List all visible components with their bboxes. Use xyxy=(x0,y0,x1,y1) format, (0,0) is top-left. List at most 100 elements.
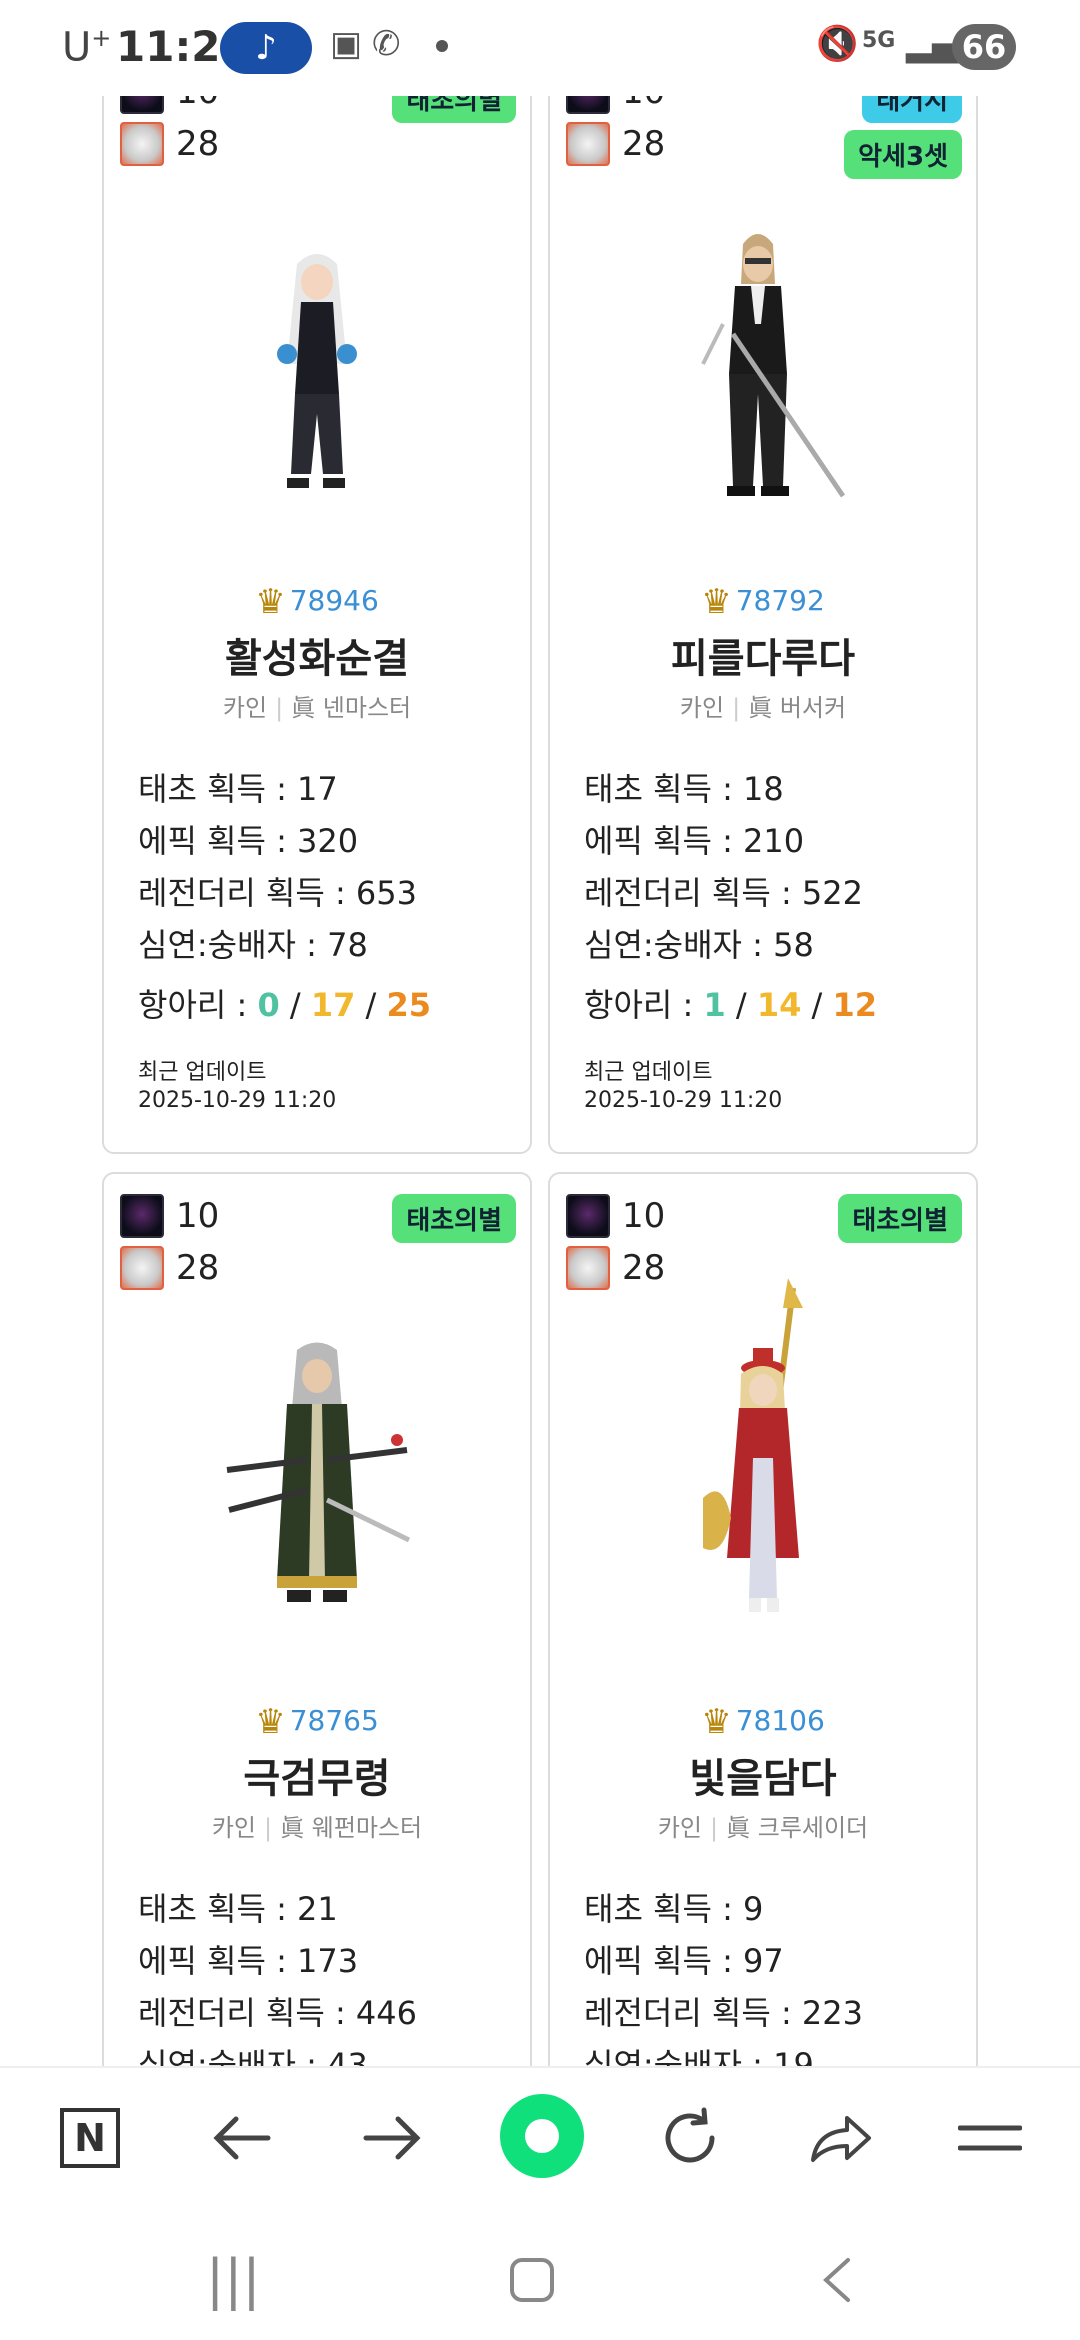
level-b: 28 xyxy=(622,1248,666,1288)
home-icon[interactable] xyxy=(508,2256,556,2304)
system-navigation-bar: ||| xyxy=(0,2206,1080,2340)
mute-icon: 🔇 xyxy=(816,24,859,64)
character-job: 카인 | 眞 버서커 xyxy=(550,688,976,723)
share-button[interactable] xyxy=(800,2098,880,2178)
naver-home-button[interactable]: N xyxy=(50,2098,130,2178)
hang-value-yellow: 14 xyxy=(756,986,802,1024)
fame-value: 78792 xyxy=(735,584,825,617)
carrier-text: U xyxy=(62,24,92,71)
stat-line: 레전더리 획득 : 522 xyxy=(584,874,864,912)
stat-line: 에픽 획득 : 320 xyxy=(138,822,359,860)
back-button[interactable] xyxy=(202,2098,282,2178)
hang-line: 항아리 : 0 / 17 / 25 xyxy=(138,986,432,1024)
job-name: 眞 크루세이더 xyxy=(726,1814,869,1842)
server-name: 카인 xyxy=(222,694,268,722)
reload-button[interactable] xyxy=(650,2098,730,2178)
fame-value: 78106 xyxy=(735,1704,825,1737)
level-b: 28 xyxy=(176,124,220,164)
hang-value-orange: 12 xyxy=(832,986,878,1024)
stat-line: 에픽 획득 : 210 xyxy=(584,822,805,860)
carrier: U+ xyxy=(62,24,111,70)
hang-value-yellow: 17 xyxy=(310,986,356,1024)
light-avatar-icon xyxy=(566,1246,610,1290)
fame-crown-icon: ♛ xyxy=(701,582,732,622)
recent-apps-icon[interactable]: ||| xyxy=(206,2248,261,2311)
job-name: 眞 버서커 xyxy=(748,694,847,722)
character-job: 카인 | 眞 웨펀마스터 xyxy=(104,1808,530,1843)
arrow-right-icon xyxy=(363,2116,421,2160)
level-row-b: 28 xyxy=(120,1246,219,1290)
hang-value-green: 0 xyxy=(257,986,280,1024)
job-name: 眞 넨마스터 xyxy=(291,694,412,722)
server-name: 카인 xyxy=(211,1814,257,1842)
stat-line: 에픽 획득 : 173 xyxy=(138,1942,359,1980)
fame-row: ♛ 78792 xyxy=(550,582,976,622)
level-row-a: 10 xyxy=(566,1194,665,1238)
arrow-left-icon xyxy=(213,2116,271,2160)
fame-value: 78765 xyxy=(289,1704,379,1737)
update-date: 2025-10-29 11:20 xyxy=(138,1088,337,1113)
hang-value-orange: 25 xyxy=(386,986,432,1024)
fame-crown-icon: ♛ xyxy=(255,582,286,622)
stat-line: 심연:숭배자 : 19 xyxy=(584,2046,814,2066)
character-card[interactable]: 10 28 태초의별 ♛78946 활성화순결 카인|眞 넨마스터 태초 획득 … xyxy=(102,0,532,1154)
character-sprite xyxy=(226,1342,411,1602)
share-icon xyxy=(811,2116,871,2162)
level-b: 28 xyxy=(622,124,666,164)
level-b: 28 xyxy=(176,1248,220,1288)
job-name: 眞 웨펀마스터 xyxy=(280,1814,423,1842)
fame-value: 78946 xyxy=(289,584,379,617)
light-avatar-icon xyxy=(566,122,610,166)
level-row-b: 28 xyxy=(566,1246,665,1290)
stat-line: 심연:숭배자 : 58 xyxy=(584,926,814,964)
green-dot-button[interactable] xyxy=(500,2094,584,2178)
fame-row: ♛ 78765 xyxy=(104,1702,530,1742)
stat-line: 레전더리 획득 : 446 xyxy=(138,1994,418,2032)
hang-value-green: 1 xyxy=(703,986,726,1024)
level-row-b: 28 xyxy=(566,122,665,166)
status-bar: U+ 11:21 ♪ ▣ ✆ 🔇 5G ▂▄▆ 66 xyxy=(0,0,1080,96)
separator: | xyxy=(732,694,741,722)
menu-button[interactable] xyxy=(950,2098,1030,2178)
character-name[interactable]: 피를다루다 xyxy=(550,626,976,684)
menu-icon xyxy=(958,2125,1022,2151)
stat-line: 태초 획득 : 21 xyxy=(138,1890,338,1928)
content-area: 10 28 태초의별 ♛78946 활성화순결 카인|眞 넨마스터 태초 획득 … xyxy=(0,0,1080,2066)
level-a: 10 xyxy=(176,1196,220,1236)
stat-line: 태초 획득 : 17 xyxy=(138,770,338,808)
character-card[interactable]: 10 28 태초의별 ♛ 78106 빛을담다 카인 | 眞 크루세이더 태초 획득 xyxy=(548,1172,978,2066)
stat-line: 태초 획득 : 9 xyxy=(584,1890,764,1928)
character-name[interactable]: 극검무령 xyxy=(104,1746,530,1804)
character-card[interactable]: 10 28 태초의별 ♛ 78765 극검무령 카인 | 眞 웨펀마스터 태초 … xyxy=(102,1172,532,2066)
fame-row: ♛ 78106 xyxy=(550,1702,976,1742)
character-card[interactable]: 10 28 태거시 악세3셋 ♛78792 피를다루다 카인|眞 버서커 태초 … xyxy=(548,0,978,1154)
character-job: 카인 | 眞 크루세이더 xyxy=(550,1808,976,1843)
server-name: 카인 xyxy=(679,694,725,722)
light-avatar-icon xyxy=(120,122,164,166)
hang-label: 항아리 : xyxy=(584,986,694,1024)
character-sprite xyxy=(701,234,846,498)
stat-line: 레전더리 획득 : 223 xyxy=(584,1994,864,2032)
separator: | xyxy=(264,1814,273,1842)
battery-indicator: 66 xyxy=(952,24,1016,70)
separator: | xyxy=(275,694,284,722)
level-a: 10 xyxy=(622,1196,666,1236)
character-name[interactable]: 빛을담다 xyxy=(550,1746,976,1804)
hang-label: 항아리 : xyxy=(138,986,248,1024)
reload-icon xyxy=(665,2107,715,2163)
stat-line: 레전더리 획득 : 653 xyxy=(138,874,418,912)
dark-avatar-icon xyxy=(120,1194,164,1238)
light-avatar-icon xyxy=(120,1246,164,1290)
stat-line: 심연:숭배자 : 43 xyxy=(138,2046,368,2066)
music-note-icon[interactable]: ♪ xyxy=(220,22,312,74)
system-back-icon[interactable] xyxy=(818,2256,854,2304)
update-label: 최근 업데이트 xyxy=(584,1060,713,1085)
character-name[interactable]: 활성화순결 xyxy=(104,626,530,684)
character-job: 카인 | 眞 넨마스터 xyxy=(104,688,530,723)
call-icon: ✆ xyxy=(372,24,401,64)
level-row-a: 10 xyxy=(120,1194,219,1238)
hang-line: 항아리 : 1 / 14 / 12 xyxy=(584,986,878,1024)
server-name: 카인 xyxy=(657,1814,703,1842)
character-sprite xyxy=(703,1278,803,1612)
forward-button[interactable] xyxy=(352,2098,432,2178)
